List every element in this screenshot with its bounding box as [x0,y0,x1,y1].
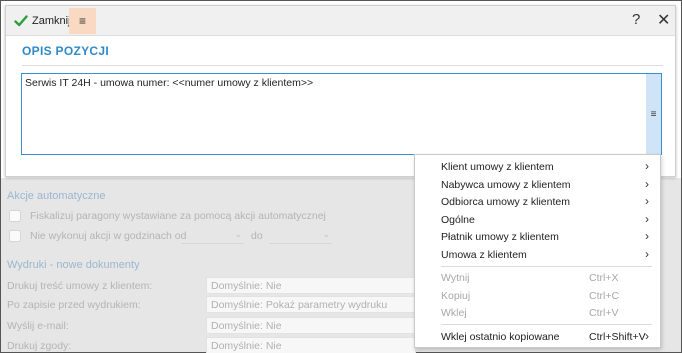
auto-actions-section-title: Akcje automatyczne [7,190,106,202]
menu-item-recipient[interactable]: Odbiorca umowy z klientem › [415,193,660,210]
fiscalize-label: Fiskalizuj paragony wystawiane za pomocą… [30,210,326,222]
menu-item-label: Ogólne [441,213,475,226]
chevron-down-icon: ⌄ [234,229,242,239]
after-save-field[interactable]: Domyślnie: Pokaż parametry wydruku [206,296,416,313]
send-email-field[interactable]: Domyślnie: Nie [206,317,416,334]
to-label: do [251,230,263,242]
description-text: Serwis IT 24H - umowa numer: <<numer umo… [25,77,314,89]
menu-item-label: Płatnik umowy z klientem [441,231,559,243]
print-consents-label: Drukuj zgody: [7,340,72,352]
time-from-select[interactable]: ⌄ [181,229,244,244]
insert-variable-button[interactable]: ≡ [646,74,661,154]
menu-item-shortcut: Ctrl+X [589,272,619,284]
menu-item-client[interactable]: Klient umowy z klientem › [415,158,660,175]
no-action-label: Nie wykonuj akcji w godzinach od [30,230,187,242]
menu-item-label: Odbiorca umowy z klientem [441,196,570,208]
menu-item-payer[interactable]: Płatnik umowy z klientem › [415,228,660,245]
menu-item-contract[interactable]: Umowa z klientem › [415,246,660,263]
after-save-label: Po zapisie przed wydrukiem: [7,299,141,311]
title-divider [22,65,663,66]
menu-item-paste[interactable]: Wklej Ctrl+V [415,304,660,321]
page-title: OPIS POZYCJI [22,44,109,58]
menu-item-label: Nabywca umowy z klientem [441,178,571,191]
menu-item-shortcut: Ctrl+V [589,307,619,319]
chevron-right-icon: › [645,176,649,191]
close-button[interactable]: Zamknij [11,10,74,32]
menu-separator [441,324,652,325]
chevron-right-icon: › [645,194,649,208]
menu-item-general[interactable]: Ogólne › [415,211,660,228]
menu-item-shortcut: Ctrl+Shift+V [589,331,646,343]
description-textarea[interactable]: Serwis IT 24H - umowa numer: <<numer umo… [21,73,662,155]
menu-separator [441,266,652,267]
no-action-checkbox[interactable] [9,230,21,242]
menu-item-label: Kopiuj [441,290,471,302]
checkmark-icon [14,15,28,27]
context-menu: Klient umowy z klientem › Nabywca umowy … [414,154,661,348]
chevron-right-icon: › [645,211,649,226]
menu-item-copy[interactable]: Kopiuj Ctrl+C [415,287,660,304]
send-email-label: Wyślij e-mail: [7,320,69,332]
time-to-select[interactable]: ⌄ [269,229,332,244]
close-icon[interactable]: ✕ [657,10,670,30]
chevron-down-icon: ⌄ [322,229,330,239]
help-icon[interactable]: ? [632,11,640,28]
chevron-right-icon: › [645,246,649,261]
chevron-right-icon: › [645,229,649,243]
menu-item-buyer[interactable]: Nabywca umowy z klientem › [415,176,660,193]
hamburger-icon: ≡ [78,14,86,28]
print-consents-field[interactable]: Domyślnie: Nie [206,337,416,353]
hamburger-menu-button[interactable]: ≡ [69,8,96,34]
menu-item-shortcut: Ctrl+C [589,290,620,302]
print-contract-field[interactable]: Domyślnie: Nie [206,277,416,294]
hamburger-icon: ≡ [650,108,657,120]
print-contract-label: Drukuj treść umowy z klientem: [7,280,153,292]
menu-item-label: Wytnij [441,272,470,284]
fiscalize-checkbox[interactable] [9,210,21,222]
chevron-right-icon: › [645,159,649,173]
menu-item-paste-last[interactable]: Wklej ostatnio kopiowane Ctrl+Shift+V › [415,328,660,345]
menu-item-label: Wklej [441,307,467,319]
description-dialog: Zamknij ≡ ? ✕ OPIS POZYCJI Serwis IT 24H… [5,5,676,177]
prints-section-title: Wydruki - nowe dokumenty [7,259,140,271]
menu-item-label: Umowa z klientem [441,248,527,261]
close-button-label: Zamknij [32,15,71,27]
menu-item-label: Klient umowy z klientem [441,161,554,173]
menu-item-label: Wklej ostatnio kopiowane [441,331,560,343]
menu-item-cut[interactable]: Wytnij Ctrl+X [415,269,660,286]
chevron-right-icon: › [645,329,649,343]
dialog-toolbar: Zamknij ≡ ? ✕ [6,6,675,36]
